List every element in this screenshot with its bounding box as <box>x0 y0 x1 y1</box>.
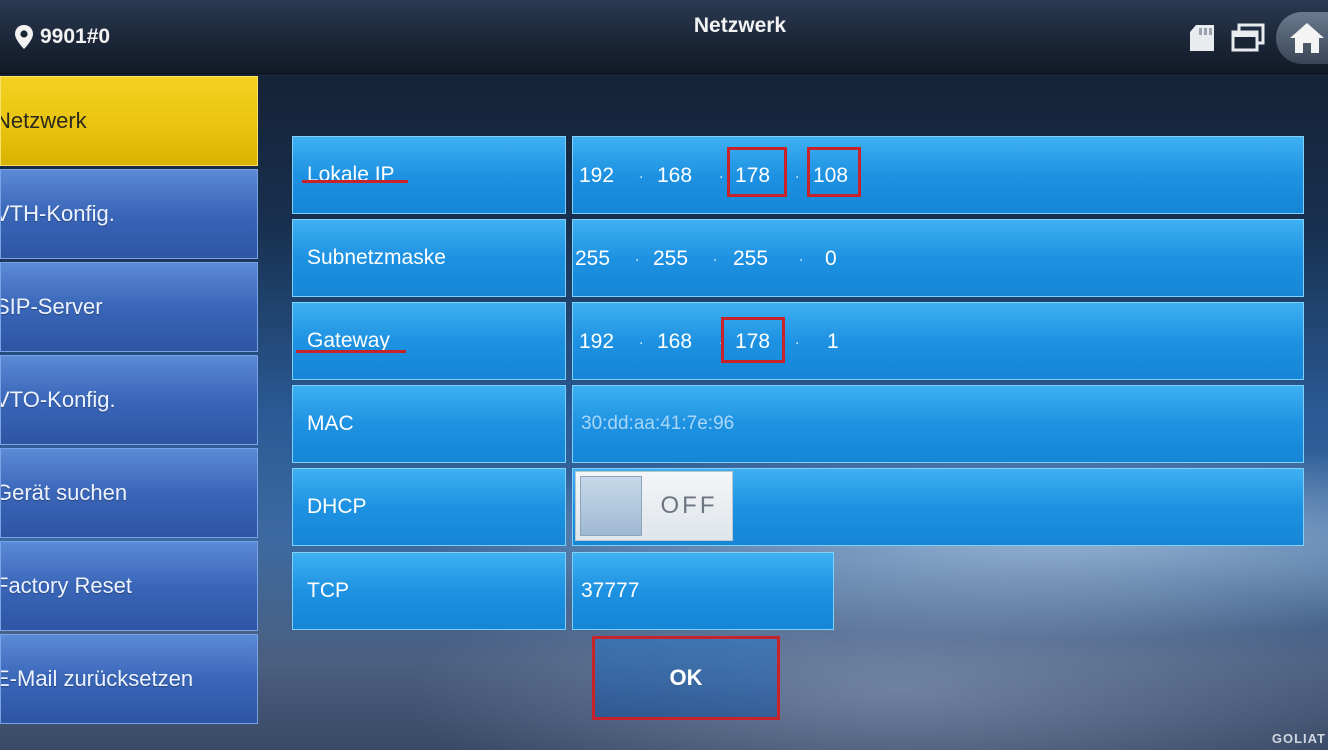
local-ip-field[interactable]: 192 . 168 . 178 . 108 <box>572 136 1304 214</box>
ip-separator: . <box>795 331 800 348</box>
ip-separator: . <box>713 248 718 265</box>
ip-separator: . <box>639 331 644 348</box>
annotation-box <box>721 317 785 363</box>
subnet-octet-2[interactable]: 255 <box>653 244 688 274</box>
subnet-octet-3[interactable]: 255 <box>733 244 768 274</box>
gateway-octet-4[interactable]: 1 <box>827 327 839 357</box>
mac-value: 30:dd:aa:41:7e:96 <box>581 413 735 434</box>
gateway-label: Gateway <box>292 302 566 380</box>
gateway-field[interactable]: 192 . 168 . 178 . 1 <box>572 302 1304 380</box>
ip-octet-1[interactable]: 192 <box>579 161 614 191</box>
ip-separator: . <box>635 248 640 265</box>
toggle-knob <box>580 476 642 536</box>
home-icon <box>1290 23 1324 53</box>
windows-icon[interactable] <box>1230 20 1266 56</box>
mac-label: MAC <box>292 385 566 463</box>
ip-separator: . <box>795 165 800 182</box>
subnet-field[interactable]: 255 . 255 . 255 . 0 <box>572 219 1304 297</box>
mac-field: 30:dd:aa:41:7e:96 <box>572 385 1304 463</box>
top-icons <box>1184 12 1328 64</box>
sidebar-item-sip-server[interactable]: SIP-Server <box>0 262 258 352</box>
sidebar-item-netzwerk[interactable]: Netzwerk <box>0 76 258 166</box>
sidebar-item-geraet-suchen[interactable]: Gerät suchen <box>0 448 258 538</box>
tcp-label: TCP <box>292 552 566 630</box>
gateway-octet-2[interactable]: 168 <box>657 327 692 357</box>
annotation-underline <box>296 350 406 353</box>
toggle-state: OFF <box>660 492 718 519</box>
sidebar-item-factory-reset[interactable]: Factory Reset <box>0 541 258 631</box>
ok-button[interactable]: OK <box>592 636 780 720</box>
sidebar-item-email-reset[interactable]: E-Mail zurücksetzen <box>0 634 258 724</box>
page-title: Netzwerk <box>693 14 787 37</box>
local-ip-label: Lokale IP <box>292 136 566 214</box>
subnet-octet-1[interactable]: 255 <box>575 244 610 274</box>
annotation-box <box>807 147 861 197</box>
dhcp-label: DHCP <box>292 468 566 546</box>
sidebar: Netzwerk VTH-Konfig. SIP-Server VTO-Konf… <box>0 76 258 727</box>
sd-card-icon[interactable] <box>1184 20 1220 56</box>
annotation-underline <box>302 180 408 183</box>
dhcp-toggle[interactable]: OFF <box>575 471 733 541</box>
ip-separator: . <box>639 165 644 182</box>
ip-separator: . <box>799 248 804 265</box>
tcp-value[interactable]: 37777 <box>581 579 639 603</box>
ip-octet-2[interactable]: 168 <box>657 161 692 191</box>
sidebar-item-vto-konfig[interactable]: VTO-Konfig. <box>0 355 258 445</box>
subnet-octet-4[interactable]: 0 <box>825 244 837 274</box>
watermark: GOLIAT <box>1271 731 1326 746</box>
top-bar: 9901#0 Netzwerk <box>0 0 1328 74</box>
annotation-box <box>727 147 787 197</box>
subnet-label: Subnetzmaske <box>292 219 566 297</box>
gateway-octet-1[interactable]: 192 <box>579 327 614 357</box>
sidebar-item-vth-konfig[interactable]: VTH-Konfig. <box>0 169 258 259</box>
tcp-field[interactable]: 37777 <box>572 552 834 630</box>
home-button[interactable] <box>1276 12 1328 64</box>
dhcp-field: OFF <box>572 468 1304 546</box>
ip-separator: . <box>719 165 724 182</box>
